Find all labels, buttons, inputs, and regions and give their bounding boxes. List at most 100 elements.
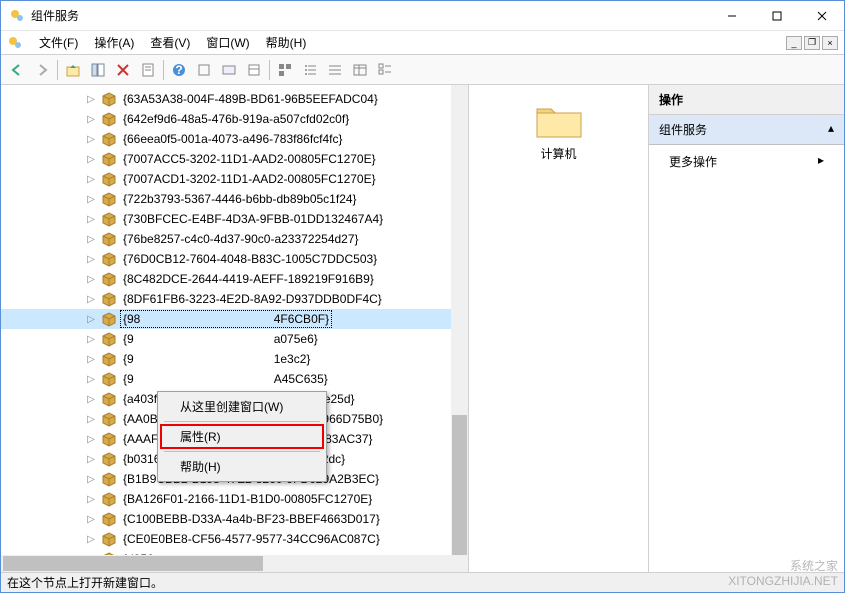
expander-icon[interactable]: ▷ — [85, 434, 97, 445]
more-actions[interactable]: 更多操作 ▸ — [649, 145, 844, 178]
expander-icon[interactable]: ▷ — [85, 154, 97, 165]
tree-item[interactable]: ▷{66eea0f5-001a-4073-a496-783f86fcf4fc} — [1, 129, 468, 149]
expander-icon[interactable]: ▷ — [85, 314, 97, 325]
expander-icon[interactable]: ▷ — [85, 474, 97, 485]
properties-button[interactable] — [136, 58, 160, 82]
ctx-properties[interactable]: 属性(R) — [160, 424, 324, 449]
tree-item[interactable]: ▷{7007ACD1-3202-11D1-AAD2-00805FC1270E} — [1, 169, 468, 189]
tree-item[interactable]: ▷{C100BEBB-D33A-4a4b-BF23-BBEF4663D017} — [1, 509, 468, 529]
tb-button-1[interactable] — [192, 58, 216, 82]
tree-item-label: {76D0CB12-7604-4048-B83C-1005C7DDC503} — [121, 251, 379, 267]
tb-button-2[interactable] — [217, 58, 241, 82]
tree-item-label: {8C482DCE-2644-4419-AEFF-189219F916B9} — [121, 271, 376, 287]
view-detail[interactable] — [348, 58, 372, 82]
tree-item-label: {722b3793-5367-4446-b6bb-db89b05c1f24} — [121, 191, 359, 207]
actions-panel: 操作 组件服务 ▴ 更多操作 ▸ — [649, 85, 844, 572]
tree-item[interactable]: ▷{9 a075e6} — [1, 329, 468, 349]
horizontal-scrollbar[interactable] — [1, 555, 451, 572]
package-icon — [101, 91, 117, 107]
expander-icon[interactable]: ▷ — [85, 134, 97, 145]
ctx-create-window[interactable]: 从这里创建窗口(W) — [160, 394, 324, 419]
mdi-minimize[interactable]: _ — [786, 36, 802, 50]
expander-icon[interactable]: ▷ — [85, 534, 97, 545]
expander-icon[interactable]: ▷ — [85, 454, 97, 465]
more-actions-label: 更多操作 — [669, 153, 717, 170]
tree-item[interactable]: ▷{9 A45C635} — [1, 369, 468, 389]
tree-item-label: {7007ACC5-3202-11D1-AAD2-00805FC1270E} — [121, 151, 378, 167]
app-icon — [9, 8, 25, 24]
menu-help[interactable]: 帮助(H) — [258, 32, 315, 53]
delete-button[interactable] — [111, 58, 135, 82]
expander-icon[interactable]: ▷ — [85, 334, 97, 345]
tree-item[interactable]: ▷{76be8257-c4c0-4d37-90c0-a23372254d27} — [1, 229, 468, 249]
main-area: ▷{63A53A38-004F-489B-BD61-96B5EEFADC04}▷… — [1, 85, 844, 572]
help-button[interactable]: ? — [167, 58, 191, 82]
scroll-thumb[interactable] — [3, 556, 263, 571]
tree-item[interactable]: ▷ {722b3793-5367-4446-b6bb-db89b05c1f24} — [1, 189, 468, 209]
tree-item-label: {BA126F01-2166-11D1-B1D0-00805FC1270E} — [121, 491, 374, 507]
package-icon — [101, 451, 117, 467]
forward-button[interactable] — [30, 58, 54, 82]
expander-icon[interactable]: ▷ — [85, 414, 97, 425]
expander-icon[interactable]: ▷ — [85, 374, 97, 385]
view-small-icons[interactable] — [298, 58, 322, 82]
expander-icon[interactable]: ▷ — [85, 114, 97, 125]
tree-item[interactable]: ▷{98 4F6CB0F} — [1, 309, 468, 329]
tree-item-label: {63A53A38-004F-489B-BD61-96B5EEFADC04} — [121, 91, 380, 107]
expander-icon[interactable]: ▷ — [85, 94, 97, 105]
scroll-thumb[interactable] — [452, 415, 467, 555]
tree-item[interactable]: ▷ {8C482DCE-2644-4419-AEFF-189219F916B9} — [1, 269, 468, 289]
content-item-label[interactable]: 计算机 — [479, 145, 638, 162]
tree-item[interactable]: ▷ {76D0CB12-7604-4048-B83C-1005C7DDC503} — [1, 249, 468, 269]
back-button[interactable] — [5, 58, 29, 82]
menu-action[interactable]: 操作(A) — [86, 32, 142, 53]
menu-file[interactable]: 文件(F) — [31, 32, 86, 53]
menubar-app-icon — [7, 35, 23, 51]
view-tiles[interactable] — [373, 58, 397, 82]
expander-icon[interactable]: ▷ — [85, 354, 97, 365]
collapse-icon[interactable]: ▴ — [828, 121, 834, 138]
expander-icon[interactable]: ▷ — [85, 174, 97, 185]
package-icon — [101, 331, 117, 347]
titlebar: 组件服务 — [1, 1, 844, 31]
expander-icon[interactable]: ▷ — [85, 494, 97, 505]
expander-icon[interactable]: ▷ — [85, 214, 97, 225]
tree-item[interactable]: ▷ {BA126F01-2166-11D1-B1D0-00805FC1270E} — [1, 489, 468, 509]
view-large-icons[interactable] — [273, 58, 297, 82]
tree-item[interactable]: ▷ {7007ACC5-3202-11D1-AAD2-00805FC1270E} — [1, 149, 468, 169]
actions-section[interactable]: 组件服务 ▴ — [649, 115, 844, 145]
folder-large-icon[interactable] — [535, 101, 583, 141]
menu-window[interactable]: 窗口(W) — [198, 32, 257, 53]
expander-icon[interactable]: ▷ — [85, 254, 97, 265]
expander-icon[interactable]: ▷ — [85, 394, 97, 405]
vertical-scrollbar[interactable] — [451, 85, 468, 572]
menu-view[interactable]: 查看(V) — [142, 32, 198, 53]
up-level-button[interactable] — [61, 58, 85, 82]
tree-item-label: {8DF61FB6-3223-4E2D-8A92-D937DDB0DF4C} — [121, 291, 384, 307]
ctx-help[interactable]: 帮助(H) — [160, 454, 324, 479]
tree-item[interactable]: ▷{642ef9d6-48a5-476b-919a-a507cfd02c0f} — [1, 109, 468, 129]
expander-icon[interactable]: ▷ — [85, 234, 97, 245]
tree-item[interactable]: ▷ {8DF61FB6-3223-4E2D-8A92-D937DDB0DF4C} — [1, 289, 468, 309]
mdi-close[interactable]: × — [822, 36, 838, 50]
tree-item[interactable]: ▷ {CE0E0BE8-CF56-4577-9577-34CC96AC087C} — [1, 529, 468, 549]
expander-icon[interactable]: ▷ — [85, 294, 97, 305]
tree-item-label: {CE0E0BE8-CF56-4577-9577-34CC96AC087C} — [121, 531, 382, 547]
tree-item[interactable]: ▷{730BFCEC-E4BF-4D3A-9FBB-01DD132467A4} — [1, 209, 468, 229]
ctx-separator — [164, 451, 320, 452]
tree-item[interactable]: ▷{9 1e3c2} — [1, 349, 468, 369]
expander-icon[interactable]: ▷ — [85, 514, 97, 525]
package-icon — [101, 471, 117, 487]
expander-icon[interactable]: ▷ — [85, 194, 97, 205]
close-button[interactable] — [799, 1, 844, 30]
tb-button-3[interactable] — [242, 58, 266, 82]
show-tree-button[interactable] — [86, 58, 110, 82]
maximize-button[interactable] — [754, 1, 799, 30]
mdi-restore[interactable]: ❐ — [804, 36, 820, 50]
tree-item[interactable]: ▷ {63A53A38-004F-489B-BD61-96B5EEFADC04} — [1, 89, 468, 109]
view-list[interactable] — [323, 58, 347, 82]
minimize-button[interactable] — [709, 1, 754, 30]
expander-icon[interactable]: ▷ — [85, 274, 97, 285]
tree-panel[interactable]: ▷{63A53A38-004F-489B-BD61-96B5EEFADC04}▷… — [1, 85, 469, 572]
content-panel[interactable]: 计算机 — [469, 85, 649, 572]
